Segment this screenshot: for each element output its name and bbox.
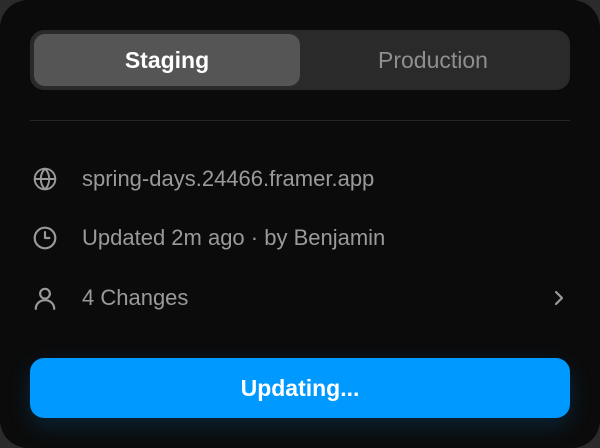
updated-text: Updated 2m ago · by Benjamin — [82, 225, 386, 250]
clock-icon — [30, 223, 60, 253]
environment-switcher: Staging Production — [30, 30, 570, 90]
changes-count: 4 Changes — [82, 285, 189, 310]
tab-staging[interactable]: Staging — [34, 34, 300, 86]
site-url-row[interactable]: spring-days.24466.framer.app — [30, 159, 570, 199]
globe-icon — [30, 164, 60, 194]
divider — [30, 120, 570, 121]
updating-button[interactable]: Updating... — [30, 358, 570, 418]
user-icon — [30, 283, 60, 313]
site-url: spring-days.24466.framer.app — [82, 166, 375, 191]
tab-production[interactable]: Production — [300, 34, 566, 86]
publish-panel: Staging Production spring-days.24466.fra… — [0, 0, 600, 448]
changes-row[interactable]: 4 Changes — [30, 278, 570, 318]
chevron-right-icon[interactable] — [548, 287, 570, 309]
updated-row: Updated 2m ago · by Benjamin — [30, 218, 570, 258]
